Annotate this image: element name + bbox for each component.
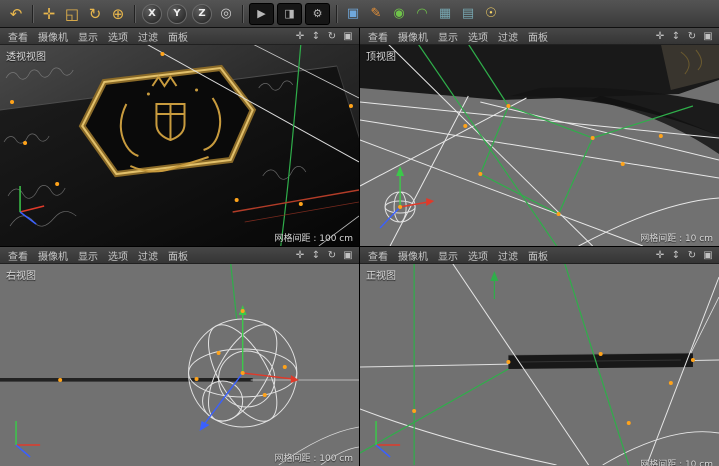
- grid-spacing-label: 网格间距 : 10 cm: [640, 457, 713, 466]
- viewport-control-icons: ✛ ↕ ↻ ▣: [294, 31, 356, 42]
- menu-panel[interactable]: 面板: [523, 248, 553, 263]
- add-array-icon[interactable]: ▦: [434, 3, 456, 25]
- pan-viewport-icon[interactable]: ✛: [654, 250, 666, 261]
- menu-cameras[interactable]: 摄像机: [393, 29, 433, 44]
- viewport-control-icons: ✛ ↕ ↻ ▣: [654, 250, 716, 261]
- gold-emblem-object[interactable]: [82, 68, 252, 174]
- grid-spacing-label: 网格间距 : 100 cm: [274, 231, 353, 244]
- rotate-viewport-icon[interactable]: ↻: [326, 31, 338, 42]
- render-settings-button[interactable]: ⚙: [305, 3, 330, 25]
- zoom-viewport-icon[interactable]: ↕: [670, 250, 682, 261]
- main-toolbar: ↶ ✛ ◱ ↻ ⊕ X Y Z ◎ ▶ ◨ ⚙ ▣ ✎ ◉ ◠ ▦ ▤ ☉: [0, 0, 719, 28]
- menu-options[interactable]: 选项: [103, 248, 133, 263]
- viewport-label: 顶视图: [366, 48, 396, 63]
- viewport-right[interactable]: 查看 摄像机 显示 选项 过滤 面板 ✛ ↕ ↻ ▣: [0, 247, 359, 466]
- viewport-label: 右视图: [6, 267, 36, 282]
- grid-spacing-label: 网格间距 : 100 cm: [274, 451, 353, 464]
- perspective-scene[interactable]: [0, 44, 359, 246]
- menu-cameras[interactable]: 摄像机: [393, 248, 433, 263]
- rotate-viewport-icon[interactable]: ↻: [326, 250, 338, 261]
- viewport-menubar: 查看 摄像机 显示 选项 过滤 面板 ✛ ↕ ↻ ▣: [360, 247, 719, 264]
- add-floor-icon[interactable]: ▤: [457, 3, 479, 25]
- menu-display[interactable]: 显示: [433, 29, 463, 44]
- menu-options[interactable]: 选项: [103, 29, 133, 44]
- viewport-label: 透视视图: [6, 48, 46, 63]
- menu-cameras[interactable]: 摄像机: [33, 248, 73, 263]
- menu-panel[interactable]: 面板: [163, 248, 193, 263]
- add-deformer-icon[interactable]: ◠: [411, 3, 433, 25]
- pan-viewport-icon[interactable]: ✛: [294, 31, 306, 42]
- front-view-scene[interactable]: [360, 263, 719, 465]
- scene-background: [0, 263, 359, 465]
- menu-filter[interactable]: 过滤: [133, 248, 163, 263]
- zoom-viewport-icon[interactable]: ↕: [670, 31, 682, 42]
- menu-display[interactable]: 显示: [73, 29, 103, 44]
- last-used-tool-icon[interactable]: ⊕: [107, 3, 129, 25]
- zoom-viewport-icon[interactable]: ↕: [310, 250, 322, 261]
- menu-view[interactable]: 查看: [363, 29, 393, 44]
- rotate-viewport-icon[interactable]: ↻: [686, 250, 698, 261]
- pan-viewport-icon[interactable]: ✛: [654, 31, 666, 42]
- grid-spacing-label: 网格间距 : 10 cm: [640, 231, 713, 244]
- menu-view[interactable]: 查看: [3, 248, 33, 263]
- toolbar-divider: [242, 5, 243, 23]
- menu-options[interactable]: 选项: [463, 248, 493, 263]
- x-axis-lock-button[interactable]: X: [142, 4, 162, 24]
- menu-cameras[interactable]: 摄像机: [33, 29, 73, 44]
- y-axis-lock-button[interactable]: Y: [167, 4, 187, 24]
- menu-view[interactable]: 查看: [3, 29, 33, 44]
- menu-filter[interactable]: 过滤: [493, 29, 523, 44]
- viewport-label: 正视图: [366, 267, 396, 282]
- viewport-perspective[interactable]: 查看 摄像机 显示 选项 过滤 面板 ✛ ↕ ↻ ▣: [0, 28, 359, 246]
- top-view-scene[interactable]: [360, 44, 719, 246]
- toolbar-divider: [336, 5, 337, 23]
- toggle-viewport-icon[interactable]: ▣: [342, 31, 354, 42]
- move-tool-icon[interactable]: ✛: [38, 3, 60, 25]
- toolbar-divider: [134, 5, 135, 23]
- z-axis-lock-button[interactable]: Z: [192, 4, 212, 24]
- viewport-front[interactable]: 查看 摄像机 显示 选项 过滤 面板 ✛ ↕ ↻ ▣: [360, 247, 719, 466]
- render-view-button[interactable]: ▶: [249, 3, 274, 25]
- viewport-top[interactable]: 查看 摄像机 显示 选项 过滤 面板 ✛ ↕ ↻ ▣: [360, 28, 719, 246]
- menu-display[interactable]: 显示: [433, 248, 463, 263]
- menu-panel[interactable]: 面板: [163, 29, 193, 44]
- toggle-viewport-icon[interactable]: ▣: [702, 250, 714, 261]
- viewport-menubar: 查看 摄像机 显示 选项 过滤 面板 ✛ ↕ ↻ ▣: [0, 247, 359, 264]
- toolbar-divider: [32, 5, 33, 23]
- viewport-control-icons: ✛ ↕ ↻ ▣: [294, 250, 356, 261]
- viewport-menubar: 查看 摄像机 显示 选项 过滤 面板 ✛ ↕ ↻ ▣: [360, 28, 719, 45]
- menu-display[interactable]: 显示: [73, 248, 103, 263]
- add-generator-icon[interactable]: ◉: [388, 3, 410, 25]
- coordinate-system-icon[interactable]: ◎: [215, 3, 237, 25]
- scale-tool-icon[interactable]: ◱: [61, 3, 83, 25]
- viewport-grid: 查看 摄像机 显示 选项 过滤 面板 ✛ ↕ ↻ ▣: [0, 28, 719, 466]
- undo-icon[interactable]: ↶: [5, 3, 27, 25]
- render-picture-viewer-button[interactable]: ◨: [277, 3, 302, 25]
- rotate-tool-icon[interactable]: ↻: [84, 3, 106, 25]
- add-cube-icon[interactable]: ▣: [342, 3, 364, 25]
- viewport-control-icons: ✛ ↕ ↻ ▣: [654, 31, 716, 42]
- zoom-viewport-icon[interactable]: ↕: [310, 31, 322, 42]
- toggle-viewport-icon[interactable]: ▣: [702, 31, 714, 42]
- right-view-scene[interactable]: [0, 263, 359, 465]
- menu-view[interactable]: 查看: [363, 248, 393, 263]
- rotate-viewport-icon[interactable]: ↻: [686, 31, 698, 42]
- pan-viewport-icon[interactable]: ✛: [294, 250, 306, 261]
- add-light-icon[interactable]: ☉: [480, 3, 502, 25]
- menu-panel[interactable]: 面板: [523, 29, 553, 44]
- toggle-viewport-icon[interactable]: ▣: [342, 250, 354, 261]
- menu-filter[interactable]: 过滤: [493, 248, 523, 263]
- add-spline-icon[interactable]: ✎: [365, 3, 387, 25]
- menu-options[interactable]: 选项: [463, 29, 493, 44]
- menu-filter[interactable]: 过滤: [133, 29, 163, 44]
- viewport-menubar: 查看 摄像机 显示 选项 过滤 面板 ✛ ↕ ↻ ▣: [0, 28, 359, 45]
